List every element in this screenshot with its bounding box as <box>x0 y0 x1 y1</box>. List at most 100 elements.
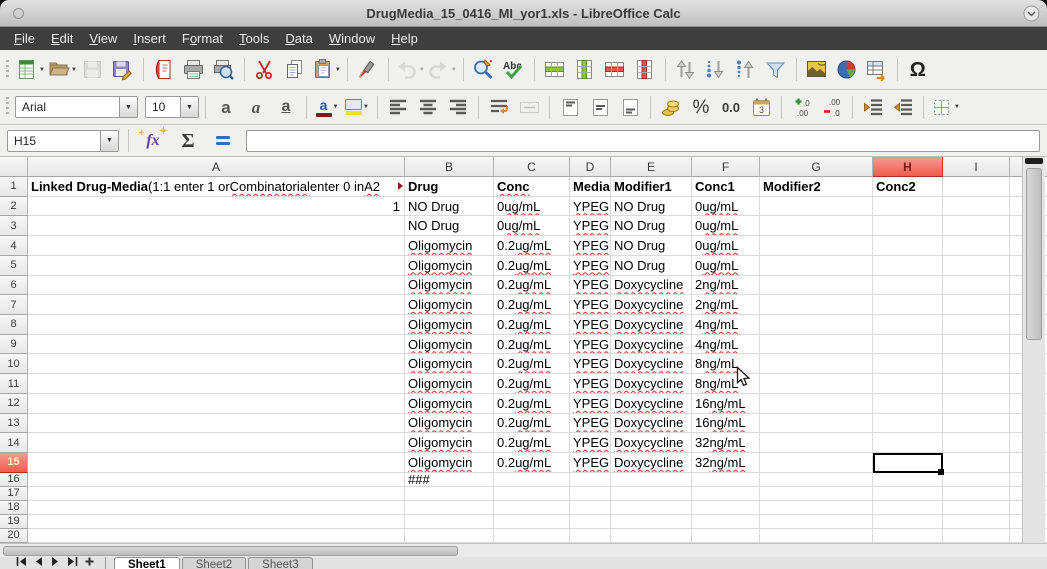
tab-sheet1[interactable]: Sheet1 <box>114 557 180 569</box>
row-header-11[interactable]: 11 <box>0 374 28 394</box>
cell-E18[interactable] <box>611 501 692 515</box>
row-header-6[interactable]: 6 <box>0 276 28 296</box>
cell-I12[interactable] <box>943 394 1010 414</box>
cell-C19[interactable] <box>494 515 570 529</box>
cell-F4[interactable]: 0ug/mL <box>692 236 760 256</box>
previous-sheet-button[interactable] <box>31 557 46 569</box>
sort-descending-button[interactable] <box>732 56 760 84</box>
cell-F8[interactable]: 4ng/mL <box>692 315 760 335</box>
row-header-20[interactable]: 20 <box>0 529 28 543</box>
cell-B2[interactable]: NO Drug <box>405 197 494 217</box>
cell-D18[interactable] <box>570 501 611 515</box>
cell-B19[interactable] <box>405 515 494 529</box>
cell-H12[interactable] <box>873 394 943 414</box>
cell-E15[interactable]: Doxycycline <box>611 453 692 473</box>
wrap-text-button[interactable] <box>485 93 513 121</box>
cell-F11[interactable]: 8ng/mL <box>692 374 760 394</box>
add-decimal-button[interactable]: .0.00 <box>788 93 816 121</box>
cell-C6[interactable]: 0.2ug/mL <box>494 276 570 296</box>
cell-H18[interactable] <box>873 501 943 515</box>
cell-A2[interactable]: 1 <box>28 197 405 217</box>
paste-button[interactable]: ▼ <box>311 56 341 84</box>
cell-C9[interactable]: 0.2ug/mL <box>494 335 570 355</box>
cell-A5[interactable] <box>28 256 405 276</box>
align-bottom-button[interactable] <box>616 93 644 121</box>
row-header-16[interactable]: 16 <box>0 473 28 487</box>
select-all-corner[interactable] <box>0 157 28 177</box>
cell-H9[interactable] <box>873 335 943 355</box>
cell-G7[interactable] <box>760 295 873 315</box>
cell-B9[interactable]: Oligomycin <box>405 335 494 355</box>
toolbar-grip[interactable] <box>6 97 9 117</box>
cell-B17[interactable] <box>405 487 494 501</box>
cell-I17[interactable] <box>943 487 1010 501</box>
menu-window[interactable]: Window <box>321 28 383 49</box>
column-header-B[interactable]: B <box>405 157 494 177</box>
cell-G11[interactable] <box>760 374 873 394</box>
cell-G2[interactable] <box>760 197 873 217</box>
cell-D3[interactable]: YPEG <box>570 216 611 236</box>
cell-A20[interactable] <box>28 529 405 543</box>
cell-A18[interactable] <box>28 501 405 515</box>
cell-G13[interactable] <box>760 414 873 434</box>
row-header-19[interactable]: 19 <box>0 515 28 529</box>
row-header-5[interactable]: 5 <box>0 256 28 276</box>
row-header-14[interactable]: 14 <box>0 433 28 453</box>
name-box-dropdown[interactable]: ▼ <box>100 131 118 151</box>
cell-D2[interactable]: YPEG <box>570 197 611 217</box>
bold-button[interactable]: a <box>212 93 240 121</box>
cell-C18[interactable] <box>494 501 570 515</box>
decrease-indent-button[interactable] <box>889 93 917 121</box>
cell-A17[interactable] <box>28 487 405 501</box>
clone-formatting-button[interactable] <box>354 56 382 84</box>
cell-H3[interactable] <box>873 216 943 236</box>
cell-D7[interactable]: YPEG <box>570 295 611 315</box>
cell-H8[interactable] <box>873 315 943 335</box>
cell-H13[interactable] <box>873 414 943 434</box>
cell-B7[interactable]: Oligomycin <box>405 295 494 315</box>
cell-H15[interactable] <box>873 453 943 473</box>
new-document-button[interactable]: ▼ <box>15 56 45 84</box>
cell-B15[interactable]: Oligomycin <box>405 453 494 473</box>
window-shade-icon[interactable] <box>1023 5 1040 27</box>
cell-D5[interactable]: YPEG <box>570 256 611 276</box>
export-pdf-button[interactable] <box>150 56 178 84</box>
font-size-dropdown[interactable]: ▼ <box>180 97 198 117</box>
cell-F16[interactable] <box>692 473 760 487</box>
vertical-scrollbar[interactable] <box>1022 157 1045 543</box>
copy-button[interactable] <box>281 56 309 84</box>
cell-G4[interactable] <box>760 236 873 256</box>
row-header-15[interactable]: 15 <box>0 453 28 473</box>
cell-G8[interactable] <box>760 315 873 335</box>
open-dropdown[interactable]: ▼ <box>71 67 77 73</box>
sort-ascending-button[interactable] <box>702 56 730 84</box>
cell-G12[interactable] <box>760 394 873 414</box>
cell-I2[interactable] <box>943 197 1010 217</box>
column-header-G[interactable]: G <box>760 157 873 177</box>
cell-I7[interactable] <box>943 295 1010 315</box>
cell-G1[interactable]: Modifier2 <box>760 177 873 197</box>
cell-F15[interactable]: 32ng/mL <box>692 453 760 473</box>
cell-G16[interactable] <box>760 473 873 487</box>
underline-button[interactable]: a <box>272 93 300 121</box>
cell-H7[interactable] <box>873 295 943 315</box>
menu-file[interactable]: File <box>6 28 43 49</box>
font-name-dropdown[interactable]: ▼ <box>119 97 137 117</box>
cell-I3[interactable] <box>943 216 1010 236</box>
font-color-button[interactable]: a▼ <box>313 93 341 121</box>
cell-F14[interactable]: 32ng/mL <box>692 433 760 453</box>
cell-F3[interactable]: 0ug/mL <box>692 216 760 236</box>
date-format-button[interactable]: 3 <box>747 93 775 121</box>
open-button[interactable]: ▼ <box>47 56 77 84</box>
first-sheet-button[interactable] <box>14 557 29 569</box>
cell-C3[interactable]: 0ug/mL <box>494 216 570 236</box>
cell-B12[interactable]: Oligomycin <box>405 394 494 414</box>
cell-I15[interactable] <box>943 453 1010 473</box>
cell-F1[interactable]: Conc1 <box>692 177 760 197</box>
menu-help[interactable]: Help <box>383 28 426 49</box>
row-header-10[interactable]: 10 <box>0 354 28 374</box>
cell-D9[interactable]: YPEG <box>570 335 611 355</box>
cell-E20[interactable] <box>611 529 692 543</box>
menu-tools[interactable]: Tools <box>231 28 277 49</box>
cell-E6[interactable]: Doxycycline <box>611 276 692 296</box>
